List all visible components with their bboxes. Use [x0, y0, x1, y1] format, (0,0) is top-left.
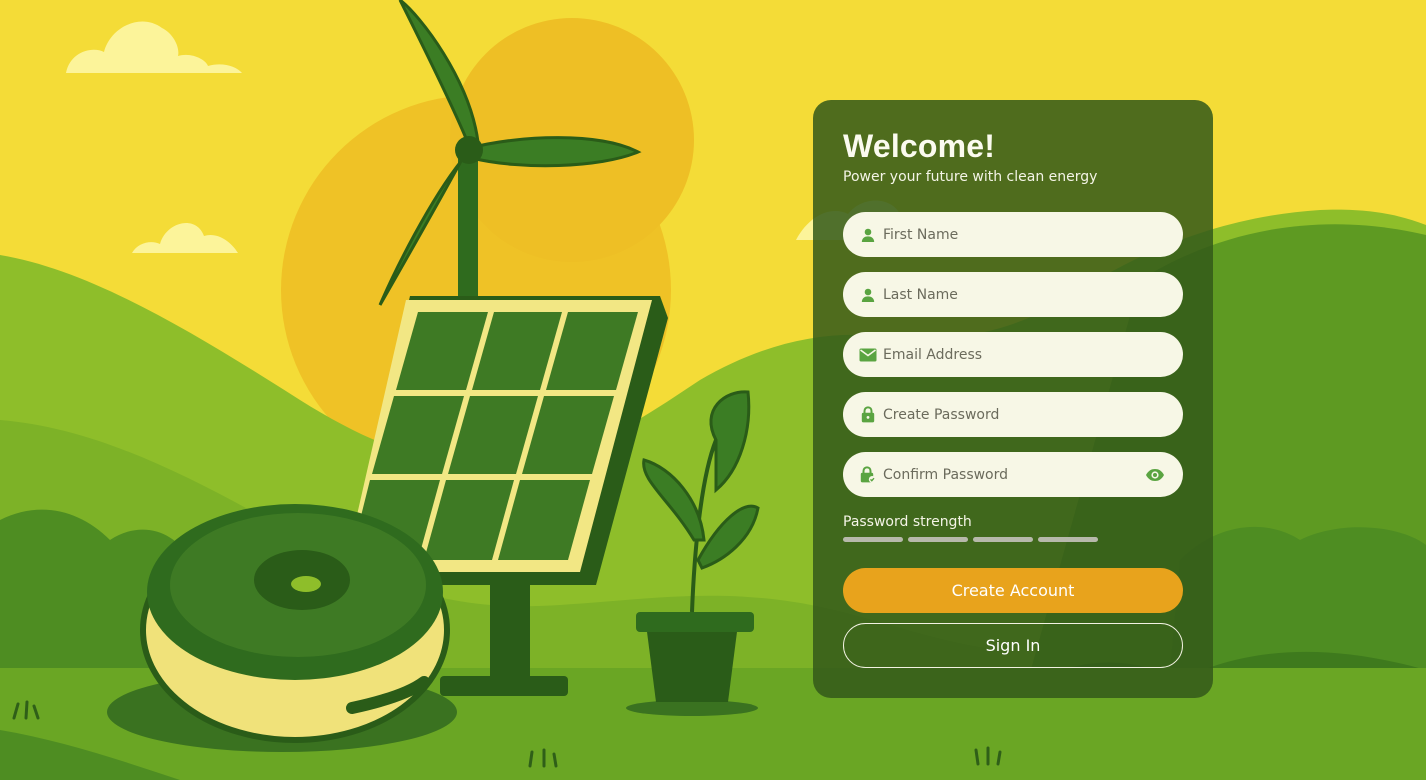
strength-segment	[908, 537, 968, 542]
email-input[interactable]	[883, 332, 1167, 377]
person-icon	[859, 286, 877, 304]
strength-segment	[1038, 537, 1098, 542]
envelope-icon	[859, 346, 877, 364]
welcome-title: Welcome!	[843, 128, 996, 164]
welcome-subtitle: Power your future with clean energy	[843, 169, 1098, 185]
signup-panel: Welcome! Power your future with clean en…	[813, 100, 1213, 698]
sign-in-button[interactable]: Sign In	[843, 623, 1183, 668]
create-password-input[interactable]	[883, 392, 1167, 437]
signup-screen: Welcome! Power your future with clean en…	[0, 0, 1426, 780]
strength-segment	[843, 537, 903, 542]
person-icon	[859, 226, 877, 244]
strength-segment	[973, 537, 1033, 542]
first-name-input[interactable]	[883, 212, 1167, 257]
first-name-field[interactable]	[843, 212, 1183, 257]
create-password-field[interactable]	[843, 392, 1183, 437]
confirm-password-input[interactable]	[883, 452, 1139, 497]
lock-icon	[859, 406, 877, 424]
confirm-password-field[interactable]	[843, 452, 1183, 497]
password-strength-label: Password strength	[843, 514, 972, 530]
eye-icon[interactable]	[1143, 463, 1167, 487]
last-name-input[interactable]	[883, 272, 1167, 317]
password-strength-meter	[843, 537, 1098, 542]
create-account-button[interactable]: Create Account	[843, 568, 1183, 613]
lock-check-icon	[859, 466, 877, 484]
last-name-field[interactable]	[843, 272, 1183, 317]
email-field[interactable]	[843, 332, 1183, 377]
